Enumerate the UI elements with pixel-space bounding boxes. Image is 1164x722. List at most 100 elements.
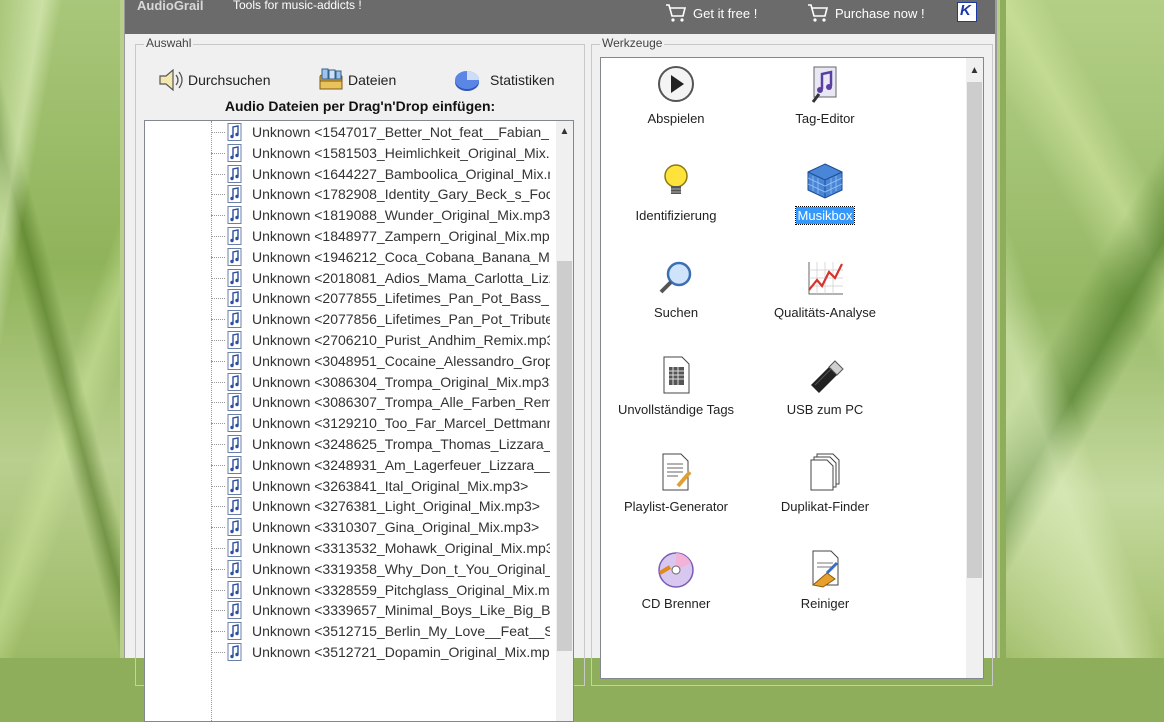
file-tree-item[interactable]: Unknown <1581503_Heimlichkeit_Original_M… xyxy=(145,143,555,164)
tool-label: Qualitäts-Analyse xyxy=(774,305,876,320)
file-tree-item[interactable]: Unknown <3328559_Pitchglass_Original_Mix… xyxy=(145,580,555,601)
scrollbar-thumb[interactable] xyxy=(967,82,982,578)
audio-file-icon xyxy=(227,268,243,287)
drop-hint: Audio Dateien per Drag'n'Drop einfügen: xyxy=(224,98,496,114)
file-tree-item[interactable]: Unknown <2077856_Lifetimes_Pan_Pot_Tribu… xyxy=(145,309,555,330)
tool-label: Playlist-Generator xyxy=(623,499,729,514)
scrollbar-thumb[interactable] xyxy=(557,261,572,651)
statistiken-button[interactable]: Statistiken xyxy=(452,65,555,95)
tree-branch-line xyxy=(211,444,225,445)
file-tree-item[interactable]: Unknown <3512715_Berlin_My_Love__Feat__S xyxy=(145,621,555,642)
magnifier-icon xyxy=(656,258,696,298)
file-tree-scrollbar[interactable]: ▲ xyxy=(556,121,573,721)
lightbulb-icon xyxy=(656,161,696,201)
tool-unvollständige-tags[interactable]: Unvollständige Tags xyxy=(601,355,751,418)
audiograil-window: AudioGrail Tools for music-addicts ! Get… xyxy=(124,0,997,722)
speaker-icon xyxy=(159,68,183,92)
audio-file-icon xyxy=(227,414,243,433)
tree-branch-line xyxy=(211,194,225,196)
playlist-icon xyxy=(656,452,696,492)
tool-playlist-generator[interactable]: Playlist-Generator xyxy=(601,452,751,515)
scroll-up-arrow-icon[interactable]: ▲ xyxy=(966,62,983,79)
file-tree-item[interactable]: Unknown <3129210_Too_Far_Marcel_Dettmann xyxy=(145,413,555,434)
cart-icon xyxy=(808,4,829,22)
tool-musikbox[interactable]: Musikbox xyxy=(750,161,900,225)
tool-label: CD Brenner xyxy=(641,596,711,611)
tool-qualitäts-analyse[interactable]: Qualitäts-Analyse xyxy=(750,258,900,321)
duplicate-icon xyxy=(805,452,845,492)
tool-label: Reiniger xyxy=(800,596,850,611)
tool-tag-editor[interactable]: Tag-Editor xyxy=(750,64,900,127)
file-tree-item[interactable]: Unknown <1946212_Coca_Cobana_Banana_M xyxy=(145,247,555,268)
document-icon xyxy=(656,355,696,395)
tree-branch-line xyxy=(211,506,225,508)
file-name: Unknown <3276381_Light_Original_Mix.mp3> xyxy=(252,498,540,515)
file-name: Unknown <2077856_Lifetimes_Pan_Pot_Tribu… xyxy=(252,311,550,328)
file-tree-item[interactable]: Unknown <2018081_Adios_Mama_Carlotta_Liz… xyxy=(145,268,555,289)
file-tree-item[interactable]: Unknown <3276381_Light_Original_Mix.mp3> xyxy=(145,496,555,517)
k-logo-icon[interactable]: K xyxy=(957,2,977,22)
tree-branch-line xyxy=(211,256,225,258)
file-tree-item[interactable]: Unknown <3086307_Trompa_Alle_Farben_Rem xyxy=(145,392,555,413)
file-name: Unknown <1581503_Heimlichkeit_Original_M… xyxy=(252,144,550,161)
file-tree-item[interactable]: Unknown <3319358_Why_Don_t_You_Original_ xyxy=(145,559,555,580)
file-tree-item[interactable]: Unknown <3248625_Trompa_Thomas_Lizzara_ xyxy=(145,434,555,455)
tree-branch-line xyxy=(211,381,225,383)
file-tree-item[interactable]: Unknown <1819088_Wunder_Original_Mix.mp3… xyxy=(145,205,555,226)
audio-file-icon xyxy=(227,580,243,599)
tool-usb-zum-pc[interactable]: USB zum PC xyxy=(750,355,900,418)
tool-reiniger[interactable]: Reiniger xyxy=(750,549,900,612)
tool-label: Suchen xyxy=(653,305,699,320)
purchase-now-button[interactable]: Purchase now ! xyxy=(807,2,925,24)
tree-branch-line xyxy=(211,236,225,237)
durchsuchen-button[interactable]: Durchsuchen xyxy=(156,65,271,95)
scroll-up-arrow-icon[interactable]: ▲ xyxy=(556,123,573,140)
file-tree-item[interactable]: Unknown <3310307_Gina_Original_Mix.mp3> xyxy=(145,517,555,538)
file-tree-item[interactable]: Unknown <1848977_Zampern_Original_Mix.mp… xyxy=(145,226,555,247)
audio-file-icon xyxy=(227,143,243,162)
file-name: Unknown <3086304_Trompa_Original_Mix.mp3… xyxy=(252,373,550,390)
audio-file-icon xyxy=(227,518,243,537)
tools-scrollbar[interactable]: ▲ xyxy=(966,58,983,678)
file-tree-item[interactable]: Unknown <3512721_Dopamin_Original_Mix.mp… xyxy=(145,642,555,663)
file-tree-item[interactable]: Unknown <1782908_Identity_Gary_Beck_s_Fo… xyxy=(145,184,555,205)
tree-branch-line xyxy=(211,652,225,653)
file-name: Unknown <2077855_Lifetimes_Pan_Pot_Bass_ xyxy=(252,290,549,307)
tool-cd-brenner[interactable]: CD Brenner xyxy=(601,549,751,612)
file-tree-item[interactable]: Unknown <3086304_Trompa_Original_Mix.mp3… xyxy=(145,372,555,393)
file-tree-item[interactable]: Unknown <2077855_Lifetimes_Pan_Pot_Bass_ xyxy=(145,288,555,309)
tree-branch-line xyxy=(211,132,225,133)
tool-duplikat-finder[interactable]: Duplikat-Finder xyxy=(750,452,900,515)
file-tree-item[interactable]: Unknown <3313532_Mohawk_Original_Mix.mp3 xyxy=(145,538,555,559)
tool-label: Duplikat-Finder xyxy=(780,499,870,514)
dateien-button[interactable]: Dateien xyxy=(316,65,396,95)
audio-file-icon xyxy=(227,247,243,266)
tool-identifizierung[interactable]: Identifizierung xyxy=(601,161,751,224)
tool-label: USB zum PC xyxy=(786,402,864,417)
file-name: Unknown <1547017_Better_Not_feat__Fabian… xyxy=(252,124,549,140)
file-tree-item[interactable]: Unknown <2706210_Purist_Andhim_Remix.mp3 xyxy=(145,330,555,351)
file-name: Unknown <2018081_Adios_Mama_Carlotta_Liz… xyxy=(252,269,550,286)
file-tree-item[interactable]: Unknown <1644227_Bamboolica_Original_Mix… xyxy=(145,164,555,185)
tree-branch-line xyxy=(211,402,225,404)
file-tree-item[interactable]: Unknown <1547017_Better_Not_feat__Fabian… xyxy=(145,122,555,143)
audio-file-icon xyxy=(227,476,243,495)
file-tree-item[interactable]: Unknown <3248931_Am_Lagerfeuer_Lizzara__ xyxy=(145,455,555,476)
file-name: Unknown <3319358_Why_Don_t_You_Original_ xyxy=(252,560,550,577)
app-brand: AudioGrail xyxy=(137,0,204,13)
get-it-free-button[interactable]: Get it free ! xyxy=(665,2,757,24)
tool-label: Musikbox xyxy=(794,206,856,225)
file-tree[interactable]: ▲ Unknown <1547017_Better_Not_feat__Fabi… xyxy=(144,120,574,722)
file-tree-item[interactable]: Unknown <3048951_Cocaine_Alessandro_Grop xyxy=(145,351,555,372)
tool-abspielen[interactable]: Abspielen xyxy=(601,64,751,127)
file-name: Unknown <2706210_Purist_Andhim_Remix.mp3 xyxy=(252,332,550,348)
file-tree-item[interactable]: Unknown <3339657_Minimal_Boys_Like_Big_B… xyxy=(145,600,555,621)
audio-file-icon xyxy=(227,559,243,578)
tool-suchen[interactable]: Suchen xyxy=(601,258,751,321)
audio-file-icon xyxy=(227,185,243,204)
file-tree-item[interactable]: Unknown <3263841_Ital_Original_Mix.mp3> xyxy=(145,476,555,497)
cube-icon xyxy=(805,161,845,201)
audio-file-icon xyxy=(227,497,243,516)
audio-file-icon xyxy=(227,164,243,183)
tree-branch-line xyxy=(211,360,225,362)
